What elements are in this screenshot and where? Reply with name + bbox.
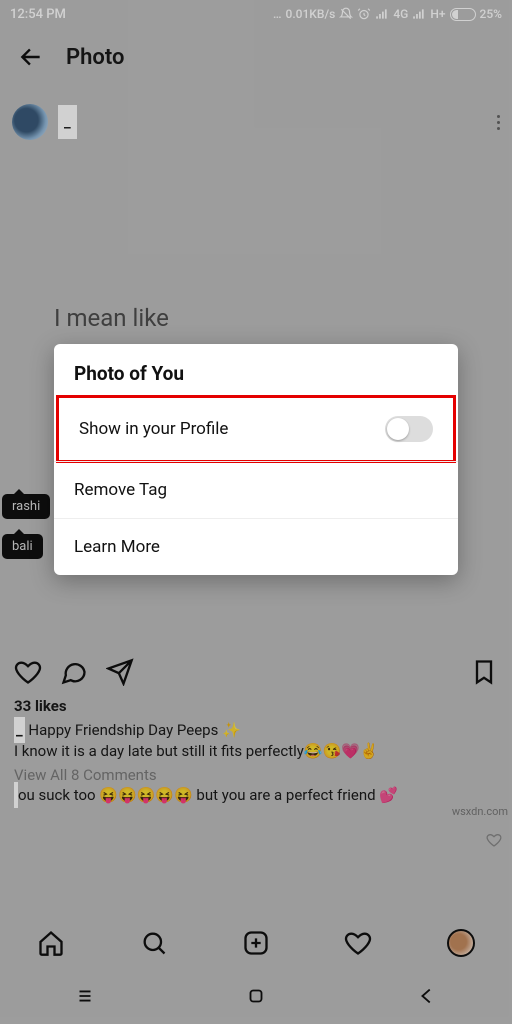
learn-more-row[interactable]: Learn More bbox=[54, 518, 458, 575]
learn-more-label: Learn More bbox=[74, 537, 160, 557]
show-in-profile-label: Show in your Profile bbox=[79, 419, 228, 439]
dialog-title: Photo of You bbox=[54, 344, 458, 397]
photo-of-you-dialog: Photo of You Show in your Profile Remove… bbox=[54, 344, 458, 575]
show-in-profile-row[interactable]: Show in your Profile bbox=[56, 395, 456, 463]
remove-tag-label: Remove Tag bbox=[74, 480, 167, 500]
show-in-profile-toggle[interactable] bbox=[385, 416, 433, 442]
remove-tag-row[interactable]: Remove Tag bbox=[54, 461, 458, 518]
